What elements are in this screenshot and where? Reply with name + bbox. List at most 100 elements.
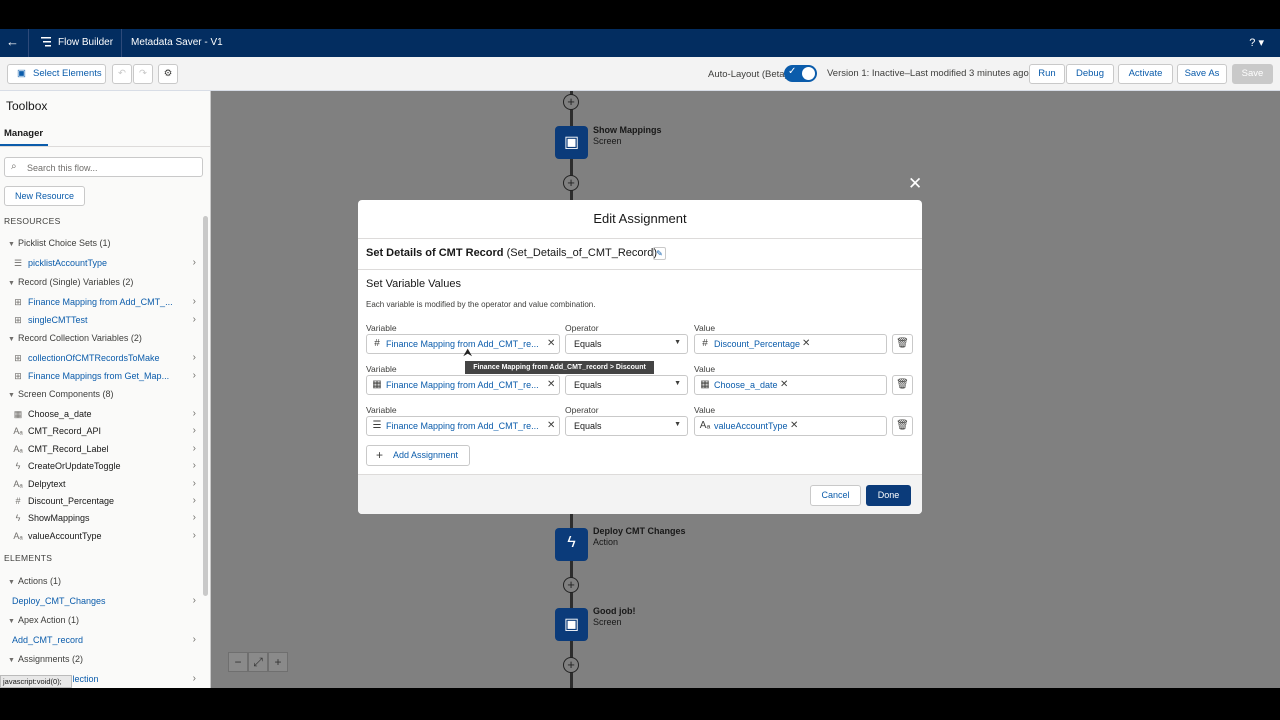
- remove-icon[interactable]: ✕: [790, 420, 798, 431]
- sidebar-item-discount-percentage[interactable]: # Discount_Percentage ›: [12, 494, 196, 510]
- sidebar-item-cmt-record-api[interactable]: Aₐ CMT_Record_API ›: [12, 424, 196, 440]
- remove-icon[interactable]: ✕: [547, 338, 555, 349]
- chevron-right-icon: ›: [192, 443, 196, 454]
- back-arrow-icon[interactable]: ←: [6, 35, 19, 49]
- remove-icon[interactable]: ✕: [547, 420, 555, 431]
- activate-button[interactable]: Activate: [1118, 64, 1173, 84]
- edit-pencil-icon[interactable]: ✎: [653, 247, 666, 260]
- section-description: Each variable is modified by the operato…: [366, 300, 596, 309]
- sidebar-item-createorupdatetoggle[interactable]: ϟ CreateOrUpdateToggle ›: [12, 459, 196, 475]
- chevron-right-icon: ›: [192, 634, 196, 645]
- modal-title: Edit Assignment: [358, 200, 922, 239]
- add-element-icon[interactable]: +: [563, 577, 579, 593]
- value-field[interactable]: # Discount_Percentage ✕: [694, 334, 887, 354]
- group-record-single-variables[interactable]: ▼ Record (Single) Variables (2): [8, 277, 133, 287]
- bottom-letterbox: [0, 688, 1280, 720]
- app-name: Flow Builder: [58, 37, 114, 48]
- add-element-icon[interactable]: +: [563, 94, 579, 110]
- group-record-collection-variables[interactable]: ▼ Record Collection Variables (2): [8, 333, 142, 343]
- variable-pill-text: Finance Mapping from Add_CMT_re...: [386, 380, 539, 390]
- check-icon: ✓: [788, 66, 797, 77]
- gear-icon: ⚙: [163, 68, 173, 79]
- add-element-icon[interactable]: +: [563, 657, 579, 673]
- new-resource-button[interactable]: New Resource: [4, 186, 85, 206]
- node-good-job[interactable]: ▣: [555, 608, 588, 641]
- delete-row-button[interactable]: 🗑: [892, 416, 913, 436]
- chevron-down-icon: ▼: [8, 336, 15, 343]
- group-label: Assignments (2): [18, 654, 84, 664]
- redo-button[interactable]: ↷: [133, 64, 153, 84]
- delete-row-button[interactable]: 🗑: [892, 375, 913, 395]
- sidebar-item-label: Discount_Percentage: [28, 496, 115, 506]
- sidebar-item-collectionofcmtrecordstomake[interactable]: ⊞ collectionOfCMTRecordsToMake ›: [12, 351, 196, 367]
- node-type: Action: [593, 537, 619, 547]
- group-assignments[interactable]: ▼ Assignments (2): [8, 654, 83, 664]
- save-as-button[interactable]: Save As: [1177, 64, 1227, 84]
- search-input[interactable]: ⌕ Search this flow...: [4, 157, 203, 177]
- record-icon: ⊞: [14, 297, 22, 307]
- close-icon[interactable]: ✕: [908, 174, 922, 194]
- remove-icon[interactable]: ✕: [547, 379, 555, 390]
- sidebar-item-label: CMT_Record_API: [28, 426, 102, 436]
- fit-view-button[interactable]: ⤢: [248, 652, 268, 672]
- cancel-button[interactable]: Cancel: [810, 485, 861, 506]
- variable-field[interactable]: ☰ Finance Mapping from Add_CMT_re... ✕: [366, 416, 560, 436]
- done-button[interactable]: Done: [866, 485, 911, 506]
- group-apex-action[interactable]: ▼ Apex Action (1): [8, 615, 79, 625]
- run-button[interactable]: Run: [1029, 64, 1065, 84]
- flow-builder-app: ← Flow Builder Metadata Saver - V1 ? ▾ ▣…: [0, 0, 1280, 720]
- sidebar-scrollbar[interactable]: [203, 216, 208, 596]
- sidebar-item-valueaccounttype[interactable]: Aₐ valueAccountType ›: [12, 529, 196, 545]
- sidebar-item-finance-mapping[interactable]: ⊞ Finance Mapping from Add_CMT_... ›: [12, 295, 196, 311]
- operator-select[interactable]: Equals ▼: [565, 375, 688, 395]
- select-elements-button[interactable]: ▣ Select Elements: [7, 64, 106, 84]
- zoom-in-button[interactable]: +: [268, 652, 288, 672]
- add-assignment-button[interactable]: + Add Assignment: [366, 445, 470, 466]
- number-icon: #: [15, 496, 21, 506]
- sidebar-item-singlecmttest[interactable]: ⊞ singleCMTTest ›: [12, 313, 196, 329]
- operator-select[interactable]: Equals ▼: [565, 334, 688, 354]
- remove-icon[interactable]: ✕: [802, 338, 810, 349]
- record-icon: ⊞: [14, 371, 22, 381]
- sidebar-item-deploy-cmt-changes[interactable]: Deploy_CMT_Changes ›: [12, 594, 196, 610]
- remove-icon[interactable]: ✕: [780, 379, 788, 390]
- value-pill-text: Discount_Percentage: [714, 339, 801, 349]
- save-button[interactable]: Save: [1232, 64, 1273, 84]
- sidebar-item-picklistaccounttype[interactable]: ☰ picklistAccountType ›: [12, 256, 196, 272]
- settings-button[interactable]: ⚙: [158, 64, 178, 84]
- chevron-right-icon: ›: [192, 352, 196, 363]
- tab-manager[interactable]: Manager: [4, 128, 43, 139]
- sidebar-item-delpytext[interactable]: Aₐ Delpytext ›: [12, 477, 196, 493]
- sidebar-item-choose-a-date[interactable]: ▦ Choose_a_date ›: [12, 407, 196, 423]
- node-show-mappings[interactable]: ▣: [555, 126, 588, 159]
- sidebar-item-finance-mappings[interactable]: ⊞ Finance Mappings from Get_Map... ›: [12, 369, 196, 385]
- add-assignment-label: Add Assignment: [393, 450, 459, 460]
- auto-layout-toggle[interactable]: ✓: [784, 65, 817, 82]
- toggle-knob: [802, 67, 815, 80]
- list-icon: ☰: [372, 420, 382, 431]
- group-picklist-choice-sets[interactable]: ▼ Picklist Choice Sets (1): [8, 238, 111, 248]
- calendar-icon: ▦: [372, 379, 382, 390]
- value-field[interactable]: ▦ Choose_a_date ✕: [694, 375, 887, 395]
- zoom-out-button[interactable]: −: [228, 652, 248, 672]
- sidebar-item-label: CMT_Record_Label: [28, 444, 109, 454]
- group-actions[interactable]: ▼ Actions (1): [8, 576, 61, 586]
- sidebar-item-showmappings[interactable]: ϟ ShowMappings ›: [12, 511, 196, 527]
- node-deploy-cmt-changes[interactable]: ϟ: [555, 528, 588, 561]
- operator-select[interactable]: Equals ▼: [565, 416, 688, 436]
- group-screen-components[interactable]: ▼ Screen Components (8): [8, 389, 114, 399]
- delete-row-button[interactable]: 🗑: [892, 334, 913, 354]
- operator-value: Equals: [574, 339, 602, 349]
- sidebar-item-cmt-record-label[interactable]: Aₐ CMT_Record_Label ›: [12, 442, 196, 458]
- add-element-icon[interactable]: +: [563, 175, 579, 191]
- group-label: Record (Single) Variables (2): [18, 277, 134, 287]
- debug-button[interactable]: Debug: [1066, 64, 1114, 84]
- operator-value: Equals: [574, 421, 602, 431]
- help-menu-button[interactable]: ? ▾: [1249, 36, 1264, 49]
- sidebar-item-add-cmt-record[interactable]: Add_CMT_record ›: [12, 633, 196, 649]
- variable-field[interactable]: ▦ Finance Mapping from Add_CMT_re... ✕: [366, 375, 560, 395]
- value-field[interactable]: Aₐ valueAccountType ✕: [694, 416, 887, 436]
- search-icon: ⌕: [11, 161, 17, 172]
- undo-icon: ↶: [118, 68, 126, 79]
- undo-button[interactable]: ↶: [112, 64, 132, 84]
